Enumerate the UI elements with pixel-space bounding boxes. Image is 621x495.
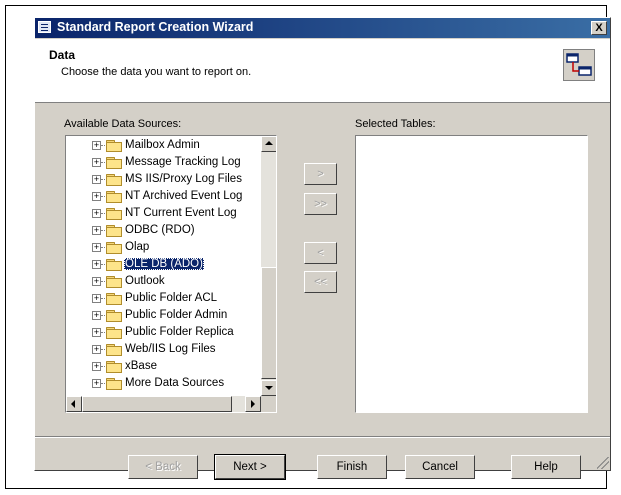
tree-item-label: MS IIS/Proxy Log Files: [125, 173, 242, 185]
expand-icon[interactable]: +: [92, 379, 101, 388]
scroll-down-button[interactable]: [261, 380, 276, 396]
horizontal-scrollbar[interactable]: [66, 396, 261, 412]
finish-button[interactable]: Finish: [317, 455, 387, 479]
expand-icon[interactable]: +: [92, 243, 101, 252]
folder-icon: [106, 361, 122, 373]
folder-icon: [106, 276, 122, 288]
folder-icon: [106, 378, 122, 390]
tree-item-label: Public Folder Admin: [125, 309, 228, 321]
folder-icon: [106, 242, 122, 254]
tree-item-label: Public Folder ACL: [125, 292, 218, 304]
tree-item-label: xBase: [125, 360, 157, 372]
expand-icon[interactable]: +: [92, 141, 101, 150]
folder-icon: [106, 208, 122, 220]
resize-grip[interactable]: [597, 457, 609, 469]
expand-icon[interactable]: +: [92, 294, 101, 303]
arrow-up-icon: [265, 141, 273, 145]
expand-icon[interactable]: +: [92, 260, 101, 269]
footer-separator: [35, 436, 610, 438]
expand-icon[interactable]: +: [92, 311, 101, 320]
scroll-thumb[interactable]: [261, 267, 276, 379]
folder-icon: [106, 191, 122, 203]
back-button[interactable]: < Back: [128, 455, 198, 479]
selected-tables-list[interactable]: [355, 135, 588, 413]
folder-icon: [106, 174, 122, 186]
title-bar[interactable]: Standard Report Creation Wizard X: [35, 18, 610, 38]
expand-icon[interactable]: +: [92, 226, 101, 235]
remove-table-button[interactable]: <: [304, 242, 337, 264]
table-link-icon: [563, 49, 595, 81]
help-button[interactable]: Help: [511, 455, 581, 479]
expand-icon[interactable]: +: [92, 328, 101, 337]
window-title: Standard Report Creation Wizard: [57, 20, 254, 34]
folder-icon: [106, 225, 122, 237]
folder-icon: [106, 259, 122, 271]
hscroll-thumb[interactable]: [82, 396, 232, 412]
arrow-down-icon: [265, 386, 273, 390]
folder-icon: [106, 344, 122, 356]
scroll-right-button[interactable]: [245, 396, 261, 412]
tree-item-label: Web/IIS Log Files: [125, 343, 216, 355]
scroll-up-button[interactable]: [261, 136, 276, 152]
folder-icon: [106, 157, 122, 169]
available-sources-tree[interactable]: + Mailbox Admin + Message Tracking Log + MS I…: [65, 135, 277, 413]
expand-icon[interactable]: +: [92, 209, 101, 218]
arrow-right-icon: [251, 400, 255, 408]
page-title: Data: [49, 48, 76, 62]
remove-all-tables-button[interactable]: <<: [304, 271, 337, 293]
tree-item-label: NT Current Event Log: [125, 207, 237, 219]
available-sources-label: Available Data Sources:: [64, 118, 182, 130]
tree-item-label: OLE DB (ADO): [124, 258, 204, 270]
scrollbar-corner: [261, 396, 276, 412]
cancel-button[interactable]: Cancel: [405, 455, 475, 479]
expand-icon[interactable]: +: [92, 175, 101, 184]
folder-icon: [106, 293, 122, 305]
tree-item-label: Mailbox Admin: [125, 139, 200, 151]
add-all-tables-button[interactable]: >>: [304, 193, 337, 215]
folder-icon: [106, 310, 122, 322]
expand-icon[interactable]: +: [92, 345, 101, 354]
tree-item-label: Olap: [125, 241, 150, 253]
close-button[interactable]: X: [591, 21, 607, 35]
tree-item-label: Message Tracking Log: [125, 156, 241, 168]
tree-item-label: Public Folder Replica: [125, 326, 234, 338]
tree-item-label: NT Archived Event Log: [125, 190, 243, 202]
add-table-button[interactable]: >: [304, 163, 337, 185]
tree-item-label: ODBC (RDO): [125, 224, 195, 236]
expand-icon[interactable]: +: [92, 362, 101, 371]
expand-icon[interactable]: +: [92, 158, 101, 167]
wizard-dialog: Standard Report Creation Wizard X Data C…: [34, 17, 611, 480]
next-button[interactable]: Next >: [214, 454, 286, 480]
selected-tables-label: Selected Tables:: [355, 118, 436, 130]
arrow-left-icon: [71, 400, 75, 408]
folder-icon: [106, 140, 122, 152]
tree-item-label: Outlook: [125, 275, 165, 287]
app-icon: [38, 21, 51, 33]
scroll-left-button[interactable]: [66, 396, 82, 412]
tree-item-label: More Data Sources: [125, 377, 225, 389]
folder-icon: [106, 327, 122, 339]
expand-icon[interactable]: +: [92, 192, 101, 201]
vertical-scrollbar[interactable]: [261, 136, 276, 396]
page-subtitle: Choose the data you want to report on.: [61, 66, 252, 78]
expand-icon[interactable]: +: [92, 277, 101, 286]
wizard-header: Data Choose the data you want to report …: [35, 39, 610, 103]
